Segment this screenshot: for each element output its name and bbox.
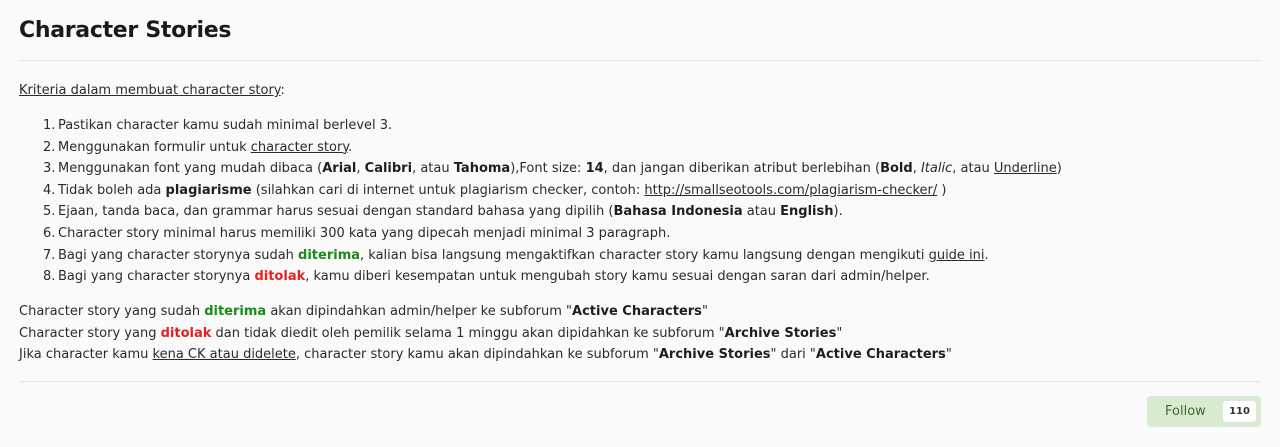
criteria-item: 5. Ejaan, tanda baca, dan grammar harus s… bbox=[43, 204, 1062, 226]
intro-line: Kriteria dalam membuat character story: bbox=[19, 83, 285, 98]
follow-label: Follow bbox=[1165, 404, 1206, 419]
criteria-list: 1. Pastikan character kamu sudah minimal … bbox=[43, 118, 1062, 291]
bold-text: Bold bbox=[880, 161, 913, 177]
intro-colon: : bbox=[280, 83, 285, 98]
text-segment: akan dipindahkan admin/helper ke subforu… bbox=[266, 304, 573, 319]
rejected-label: ditolak bbox=[254, 269, 306, 285]
divider bbox=[19, 60, 1261, 61]
text-segment: . bbox=[348, 139, 353, 155]
list-number: 4. bbox=[43, 182, 56, 198]
criteria-item: 2. Menggunakan formulir untuk character s… bbox=[43, 139, 1062, 162]
text-segment: , kalian bisa langsung mengaktifkan char… bbox=[360, 247, 929, 263]
bold-text: Arial bbox=[322, 161, 357, 177]
text-segment: Character story minimal harus memiliki 3… bbox=[58, 225, 671, 241]
text-segment: , bbox=[356, 161, 365, 177]
bold-text: Tahoma bbox=[453, 161, 511, 177]
text-link[interactable]: http://smallseotools.com/plagiarism-chec… bbox=[644, 183, 937, 198]
italic-text: Italic bbox=[920, 161, 953, 177]
note-line: Character story yang ditolak dan tidak d… bbox=[19, 326, 952, 348]
text-segment: " bbox=[836, 325, 843, 341]
text-segment: Character story yang sudah bbox=[19, 304, 205, 319]
criteria-item: 6. Character story minimal harus memiliki… bbox=[43, 225, 1062, 248]
text-link[interactable]: Underline bbox=[994, 161, 1057, 176]
list-number: 2. bbox=[43, 139, 56, 155]
text-segment: " dari " bbox=[770, 347, 816, 362]
text-segment: (silahkan cari di internet untuk plagiar… bbox=[251, 182, 645, 198]
list-number: 6. bbox=[43, 225, 56, 241]
text-segment: ),Font size: bbox=[510, 161, 586, 177]
bold-text: Active Characters bbox=[572, 304, 702, 319]
forum-section: Character Stories Kriteria dalam membuat… bbox=[0, 0, 1280, 447]
text-segment: , atau bbox=[412, 161, 454, 177]
rejected-label: ditolak bbox=[160, 325, 212, 341]
text-segment: Menggunakan font yang mudah dibaca ( bbox=[58, 161, 323, 177]
divider bbox=[19, 381, 1261, 382]
bold-text: Archive Stories bbox=[658, 347, 771, 362]
bold-text: English bbox=[780, 204, 834, 220]
text-segment: , dan jangan diberikan atribut berlebiha… bbox=[603, 161, 881, 177]
follow-button[interactable]: Follow 110 bbox=[1147, 396, 1261, 427]
list-number: 7. bbox=[43, 247, 56, 263]
bold-text: Bahasa Indonesia bbox=[613, 204, 743, 220]
bold-text: Calibri bbox=[364, 161, 413, 177]
list-number: 1. bbox=[43, 118, 56, 133]
bold-text: 14 bbox=[585, 161, 604, 177]
text-link[interactable]: guide ini bbox=[929, 248, 985, 263]
text-segment: . bbox=[984, 247, 989, 263]
text-segment: Character story yang bbox=[19, 325, 161, 341]
text-link[interactable]: character story bbox=[251, 140, 348, 155]
text-link[interactable]: kena CK atau didelete bbox=[153, 347, 296, 362]
text-segment: Pastikan character kamu sudah minimal be… bbox=[58, 118, 393, 133]
criteria-item: 4. Tidak boleh ada plagiarisme (silahkan … bbox=[43, 182, 1062, 205]
page-title: Character Stories bbox=[19, 18, 232, 43]
text-segment: dan tidak diedit oleh pemilik selama 1 m… bbox=[211, 325, 725, 341]
text-segment: , character story kamu akan dipindahkan … bbox=[295, 347, 659, 362]
text-segment: Ejaan, tanda baca, dan grammar harus ses… bbox=[58, 204, 614, 220]
text-segment: ) bbox=[937, 182, 947, 198]
text-segment: ) bbox=[1056, 161, 1062, 177]
notes-block: Character story yang sudah diterima akan… bbox=[19, 304, 952, 369]
text-segment: , bbox=[912, 161, 921, 177]
text-segment: , atau bbox=[952, 161, 994, 177]
text-segment: Bagi yang character storynya sudah bbox=[58, 247, 299, 263]
text-segment: Tidak boleh ada bbox=[58, 182, 166, 198]
text-segment: " bbox=[701, 304, 708, 319]
criteria-item: 1. Pastikan character kamu sudah minimal … bbox=[43, 118, 1062, 140]
criteria-item: 8. Bagi yang character storynya ditolak, … bbox=[43, 269, 1062, 291]
text-segment: Bagi yang character storynya bbox=[58, 269, 255, 285]
bold-text: Archive Stories bbox=[724, 325, 837, 341]
text-segment: , kamu diberi kesempatan untuk mengubah … bbox=[305, 269, 930, 285]
list-number: 8. bbox=[43, 269, 56, 285]
accepted-label: diterima bbox=[204, 304, 267, 319]
text-segment: Menggunakan formulir untuk bbox=[58, 139, 251, 155]
list-number: 5. bbox=[43, 204, 56, 220]
criteria-item: 3. Menggunakan font yang mudah dibaca (Ar… bbox=[43, 161, 1062, 183]
text-segment: Jika character kamu bbox=[19, 347, 153, 362]
text-segment: atau bbox=[742, 204, 781, 220]
follower-count-badge: 110 bbox=[1223, 401, 1256, 422]
text-segment: " bbox=[945, 347, 952, 362]
text-segment: ). bbox=[833, 204, 843, 220]
accepted-label: diterima bbox=[298, 247, 361, 263]
criteria-item: 7. Bagi yang character storynya sudah dit… bbox=[43, 247, 1062, 270]
list-number: 3. bbox=[43, 161, 56, 177]
criteria-link[interactable]: Kriteria dalam membuat character story bbox=[19, 83, 281, 98]
bold-text: Active Characters bbox=[815, 347, 946, 362]
bold-text: plagiarisme bbox=[165, 182, 252, 198]
note-line: Jika character kamu kena CK atau didelet… bbox=[19, 347, 952, 369]
note-line: Character story yang sudah diterima akan… bbox=[19, 304, 952, 326]
